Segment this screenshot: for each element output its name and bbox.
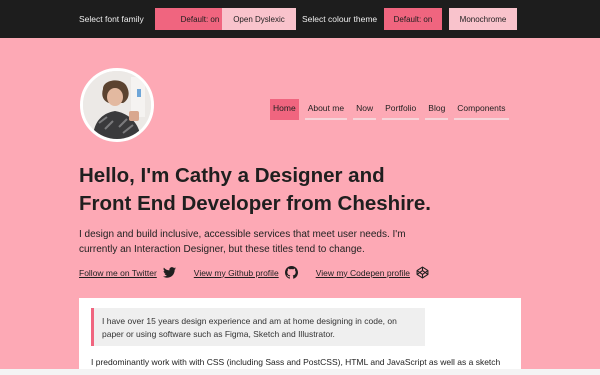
- codepen-link[interactable]: View my Codepen profile: [316, 266, 429, 279]
- codepen-icon: [416, 266, 429, 279]
- colour-theme-label: Select colour theme: [302, 14, 378, 24]
- nav-item-blog[interactable]: Blog: [425, 99, 449, 120]
- nav-item-portfolio[interactable]: Portfolio: [382, 99, 420, 120]
- settings-bar: Select font family Default: on Open Dysl…: [0, 0, 600, 42]
- github-link-label[interactable]: View my Github profile: [194, 268, 279, 278]
- intro-text: I design and build inclusive, accessible…: [79, 229, 406, 255]
- nav-item-home[interactable]: Home: [270, 99, 299, 120]
- theme-default-button[interactable]: Default: on: [384, 8, 442, 30]
- nav-item-about-me[interactable]: About me: [304, 99, 348, 120]
- nav-item-components[interactable]: Components: [454, 99, 509, 120]
- social-links: Follow me on Twitter View my Github prof…: [79, 266, 429, 279]
- avatar: [80, 68, 154, 142]
- twitter-icon: [162, 267, 176, 278]
- twitter-link[interactable]: Follow me on Twitter: [79, 267, 176, 278]
- codepen-link-label[interactable]: View my Codepen profile: [316, 268, 410, 278]
- github-link[interactable]: View my Github profile: [194, 266, 298, 279]
- github-icon: [284, 266, 298, 279]
- page-bottom-band: [0, 369, 600, 375]
- nav-item-now[interactable]: Now: [353, 99, 377, 120]
- quote-text: I have over 15 years design experience a…: [102, 316, 397, 339]
- topbar-edge-divider: [0, 38, 600, 43]
- font-family-label: Select font family: [79, 14, 144, 24]
- theme-monochrome-button[interactable]: Monochrome: [449, 8, 517, 30]
- highlight-quote: I have over 15 years design experience a…: [91, 308, 425, 346]
- twitter-link-label[interactable]: Follow me on Twitter: [79, 268, 157, 278]
- font-open-dyslexic-button[interactable]: Open Dyslexic: [222, 8, 296, 30]
- main-nav: Home About me Now Portfolio Blog Compone…: [270, 99, 509, 120]
- page-title: Hello, I'm Cathy a Designer and Front En…: [79, 164, 431, 215]
- about-card: I have over 15 years design experience a…: [79, 298, 521, 375]
